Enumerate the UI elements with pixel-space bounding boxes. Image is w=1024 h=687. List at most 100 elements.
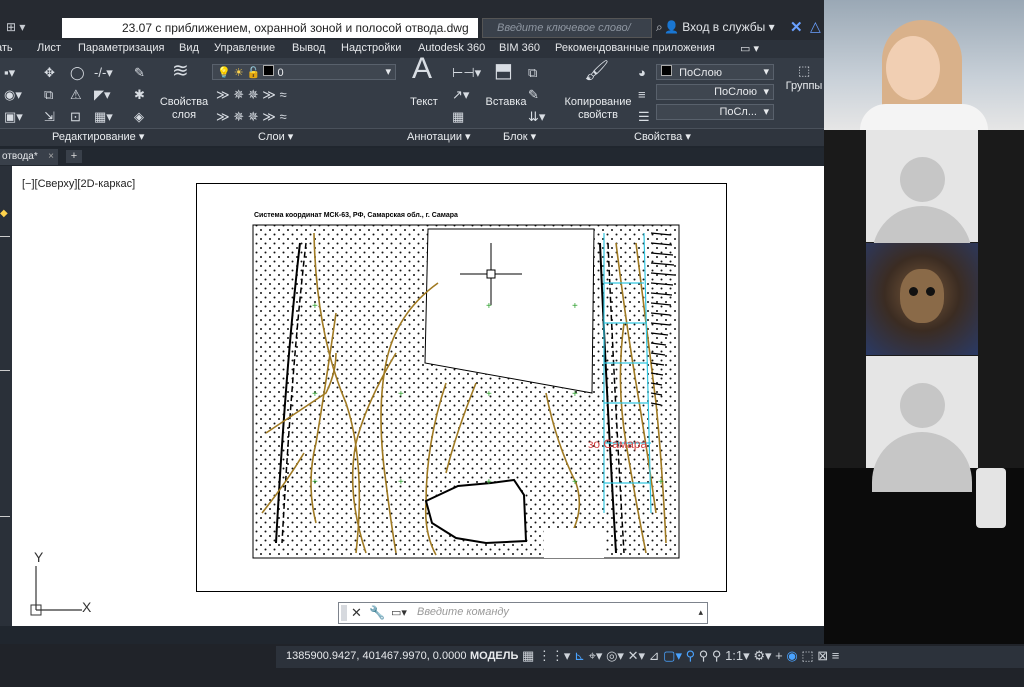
lineweight-dropdown[interactable]: ПоСл... ▾ [656, 104, 774, 120]
tab-view[interactable]: Вид [179, 42, 199, 54]
isolate-icon[interactable]: ◉ [786, 648, 797, 663]
block-attr-icon[interactable]: ⇊▾ [528, 110, 545, 124]
tab-bim360[interactable]: BIM 360 [499, 42, 540, 54]
tab-manage[interactable]: Управление [214, 42, 275, 54]
clean-screen-icon[interactable]: ⊠ [817, 648, 828, 663]
navigation-bar[interactable] [976, 468, 1006, 528]
tab-partial[interactable]: ать [0, 42, 13, 54]
isodraft-icon[interactable]: ◎▾ [606, 648, 624, 663]
gear-icon[interactable]: ⚙▾ [753, 648, 771, 663]
array-icon[interactable]: ▦▾ [94, 110, 113, 124]
chevron-down-icon: ▾ [743, 648, 750, 663]
svg-text:+: + [572, 477, 578, 488]
help-triangle-icon[interactable]: △ [810, 18, 821, 35]
copy-icon[interactable]: ⧉ [44, 88, 53, 102]
annotation-scale-icon[interactable]: ⚲ [712, 648, 722, 663]
snap-icon[interactable]: ⋮⋮▾ [538, 648, 571, 663]
quick-access-icon[interactable]: ⊞ ▾ [6, 20, 25, 34]
panel-annotation[interactable]: Аннотации ▾ [407, 130, 471, 143]
tool-icon[interactable]: ◆ [0, 208, 8, 219]
hardware-icon[interactable]: ⬚ [801, 648, 813, 663]
new-tab-button[interactable]: + [66, 150, 82, 163]
grid-icon[interactable]: ▦ [522, 648, 534, 663]
wrench-icon[interactable]: 🔧 [369, 605, 385, 621]
osnap-icon[interactable]: ✕▾ [628, 648, 645, 663]
trim-icon[interactable]: -/-▾ [94, 66, 113, 80]
table-icon[interactable]: ▦ [452, 110, 464, 124]
search-icon[interactable]: ⌕ [656, 20, 663, 35]
scale-value[interactable]: 1:1 [725, 648, 743, 663]
ucs-x-label: X [82, 599, 92, 615]
match-properties-icon[interactable]: 🖌 [584, 61, 609, 81]
stretch-icon[interactable]: ⇲ [44, 110, 55, 124]
match-properties-button[interactable]: Копирование свойств [560, 96, 636, 122]
viewport-controls[interactable]: [−][Сверху][2D-каркас] [22, 178, 135, 190]
leader-icon[interactable]: ↗▾ [452, 88, 469, 102]
linetype-dropdown[interactable]: ПоСлою ▾ [656, 84, 774, 100]
sign-in-button[interactable]: 👤 Вход в службы ▾ [664, 20, 775, 34]
layer-tool-icon-2[interactable]: ≫ ✵ ✵ ≫ ≈ [216, 110, 287, 124]
panel-block[interactable]: Блок ▾ [503, 130, 536, 143]
doc-tab[interactable]: отвода* × [0, 149, 58, 165]
mirror-icon[interactable]: ⚠ [70, 88, 82, 102]
close-icon[interactable]: ✕ [351, 605, 362, 621]
rect-icon[interactable]: ▣▾ [4, 110, 23, 124]
search-input[interactable]: Введите ключевое слово/фразу [482, 18, 652, 52]
polar-icon[interactable]: ⌖▾ [589, 648, 603, 663]
explode-icon[interactable]: ✱ [134, 88, 145, 102]
rotate-icon[interactable]: ◯ [70, 66, 85, 80]
exchange-icon[interactable]: ✕ [790, 18, 803, 36]
groups-icon[interactable]: ⬚ [798, 64, 810, 78]
tab-parametric[interactable]: Параметризация [78, 42, 164, 54]
fillet-icon[interactable]: ◤▾ [94, 88, 111, 102]
autoscale-icon[interactable]: ⚲ [699, 648, 709, 663]
offset-icon[interactable]: ◈ [134, 110, 144, 124]
command-input[interactable]: Введите команду [417, 606, 509, 618]
prompt-icon[interactable]: ▭▾ [391, 606, 407, 619]
insert-button[interactable]: Вставка [484, 96, 528, 109]
dimension-icon[interactable]: ⊢⊣▾ [452, 66, 481, 80]
drawing-title: Система координат МСК-63, РФ, Самарская … [254, 211, 458, 219]
tab-addins[interactable]: Надстройки [341, 42, 401, 54]
command-line[interactable]: ✕ 🔧 ▭▾ Введите команду ▴ [338, 602, 708, 624]
model-space-button[interactable]: МОДЕЛЬ [470, 650, 518, 662]
panel-properties[interactable]: Свойства ▾ [634, 130, 691, 143]
tab-featured-apps[interactable]: Рекомендованные приложения [555, 42, 715, 54]
pencil-icon[interactable]: ✎ [134, 66, 145, 80]
insert-block-icon[interactable]: ⬒ [494, 61, 513, 81]
block-edit-icon[interactable]: ✎ [528, 88, 539, 102]
layer-tool-icon[interactable]: ≫ ✵ ✵ ≫ ≈ [216, 88, 287, 102]
coordinates-readout[interactable]: 1385900.9427, 401467.9970, 0.0000 [286, 650, 466, 662]
ortho-icon[interactable]: ⊾ [574, 648, 585, 663]
tab-sheet[interactable]: Лист [37, 42, 61, 54]
svg-text:+: + [398, 389, 404, 400]
panel-edit[interactable]: Редактирование ▾ [52, 130, 144, 143]
move-cross-icon[interactable]: ✥ [44, 66, 55, 80]
scale-icon[interactable]: ⊡ [70, 110, 81, 124]
groups-button[interactable]: Группы [784, 80, 824, 93]
layer-properties-button[interactable]: Свойства слоя [158, 96, 210, 122]
ribbon-toggle-icon[interactable]: ▭ ▾ [740, 42, 759, 55]
panel-layers[interactable]: Слои ▾ [258, 130, 293, 143]
plus-icon[interactable]: + [775, 648, 783, 663]
lineweight-toggle-icon[interactable]: ⊿ [649, 648, 660, 663]
move-icon[interactable]: ▪▾ [4, 66, 15, 80]
video-participants-panel [824, 0, 1024, 492]
circle-icon[interactable]: ◉▾ [4, 88, 22, 102]
close-icon[interactable]: × [48, 149, 54, 165]
annotation-icon[interactable]: ▢▾ [663, 648, 682, 663]
text-icon[interactable]: A [412, 54, 432, 84]
linetype-icon: ≡ [638, 87, 646, 102]
block-create-icon[interactable]: ⧉ [528, 66, 537, 80]
layer-dropdown[interactable]: 💡 ☀ 🔓 0 ▾ [212, 64, 396, 80]
menu-icon[interactable]: ≡ [832, 648, 840, 663]
layer-stack-icon[interactable]: ≋ [172, 61, 189, 81]
color-wheel-icon: ◕ [638, 65, 646, 80]
color-dropdown[interactable]: ПоСлою ▾ [656, 64, 774, 80]
text-button[interactable]: Текст [404, 96, 444, 109]
grip-handle[interactable] [341, 605, 347, 621]
visibility-icon[interactable]: ⚲ [686, 648, 696, 663]
svg-text:+: + [312, 301, 318, 312]
chevron-up-icon[interactable]: ▴ [698, 607, 703, 618]
tab-output[interactable]: Вывод [292, 42, 325, 54]
